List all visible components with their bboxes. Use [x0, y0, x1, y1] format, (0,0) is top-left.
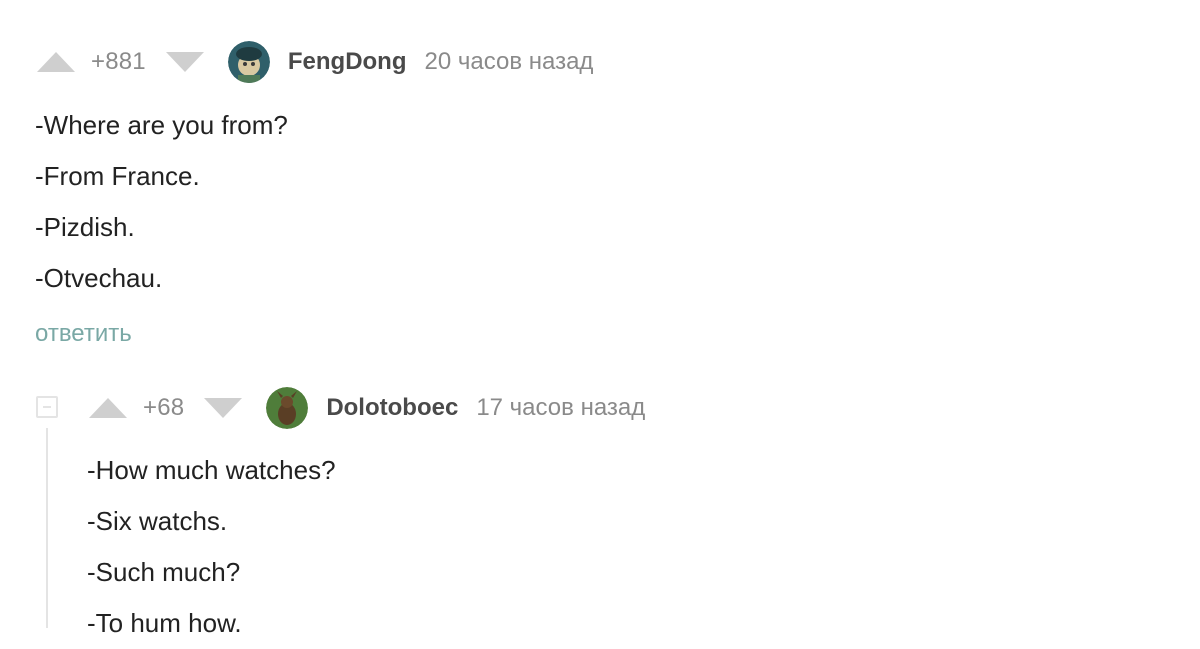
username[interactable]: Dolotoboec [326, 394, 458, 422]
comment-line: -Where are you from? [35, 110, 288, 140]
comment-line: -To hum how. [87, 608, 242, 638]
avatar[interactable] [227, 41, 270, 83]
collapse-icon[interactable] [36, 396, 58, 418]
vote-up-icon[interactable] [35, 51, 77, 73]
comment-line: -Otvechau. [35, 263, 163, 293]
username[interactable]: FengDong [288, 48, 407, 76]
rating-count: +881 [91, 48, 146, 75]
timestamp: 20 часов назад [424, 48, 594, 75]
comment-line: -Pizdish. [35, 212, 135, 242]
comment-line: -Such much? [87, 557, 241, 587]
comment-line: -Six watchs. [87, 506, 228, 536]
comment-text: -How much watches? -Six watchs. -Such mu… [87, 445, 336, 649]
rating-count: +68 [143, 394, 185, 421]
reply-link[interactable]: ответить [35, 320, 132, 348]
vote-down-icon[interactable] [164, 51, 206, 73]
avatar[interactable] [266, 387, 309, 429]
comment-line: -How much watches? [87, 455, 336, 485]
comment-text: -Where are you from? -From France. -Pizd… [35, 100, 288, 304]
comment-header: +881 FengDong 20 часов назад [35, 40, 593, 84]
comment-line: -From France. [35, 161, 200, 191]
vote-up-icon[interactable] [87, 397, 129, 419]
timestamp: 17 часов назад [476, 394, 646, 421]
comment-header: +68 Dolotoboec 17 часов назад [87, 386, 645, 430]
thread-line [46, 428, 48, 628]
vote-down-icon[interactable] [202, 397, 244, 419]
